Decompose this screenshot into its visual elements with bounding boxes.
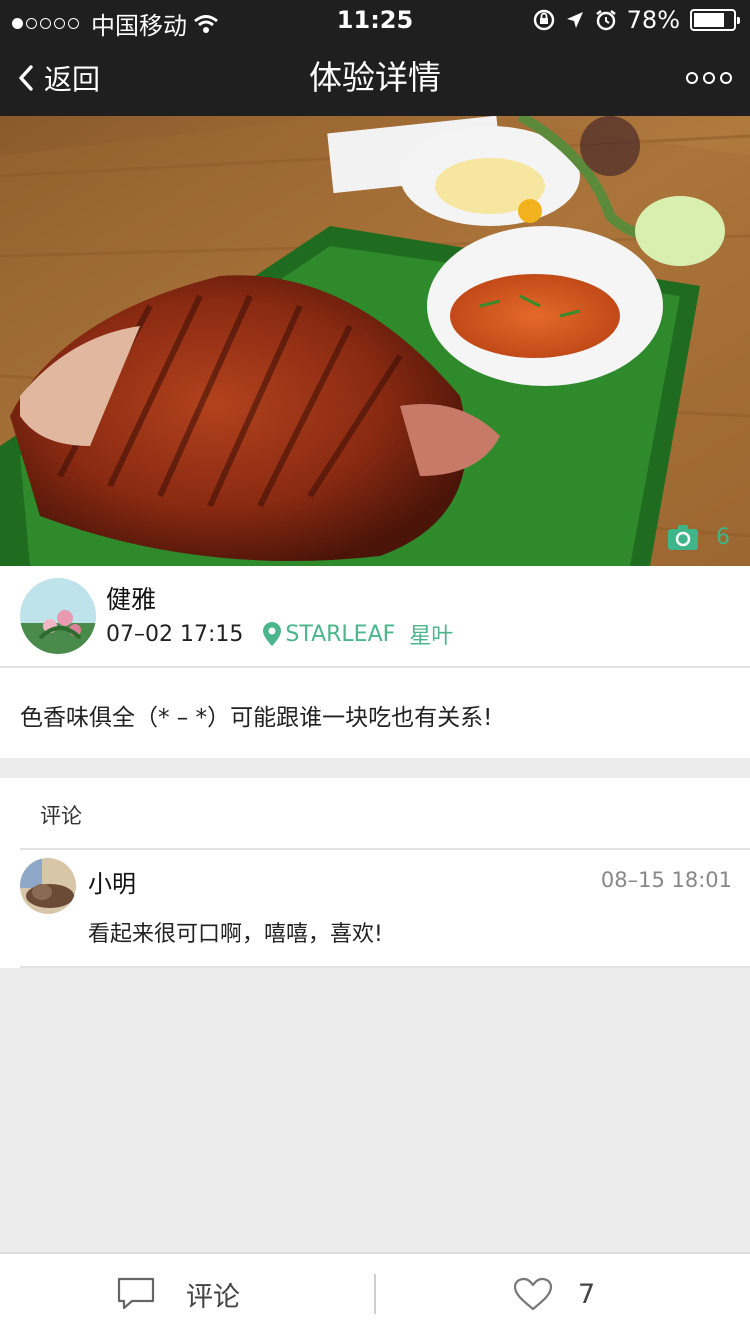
location-name-en: STARLEAF: [285, 621, 396, 647]
divider: [374, 1274, 376, 1314]
like-button[interactable]: 7: [512, 1254, 595, 1334]
location-name-zh[interactable]: 星叶: [409, 618, 453, 650]
author-avatar[interactable]: [20, 578, 96, 654]
nav-bar: 返回 体验详情: [0, 40, 750, 116]
commenter-avatar[interactable]: [20, 858, 76, 914]
location-arrow-icon: [566, 12, 583, 28]
more-options-icon[interactable]: [686, 40, 732, 116]
post-text: 色香味俱全（* – *）可能跟谁一块吃也有关系!: [20, 705, 493, 731]
location-pin-icon: [263, 622, 282, 646]
status-right: 78%: [533, 6, 740, 34]
rotation-lock-icon: [533, 9, 554, 31]
alarm-icon: [595, 10, 616, 31]
post-datetime: 07–02 17:15: [106, 621, 244, 647]
commenter-name: 小明: [88, 870, 136, 898]
author-name: 健雅: [106, 585, 157, 614]
comments-heading: 评论: [40, 804, 82, 828]
photo-count-value: 6: [716, 524, 730, 550]
status-bar: 中国移动 11:25 78%: [0, 0, 750, 40]
comment-button[interactable]: 评论: [116, 1254, 240, 1334]
comment-text: 看起来很可口啊，嘻嘻，喜欢!: [88, 922, 383, 947]
heart-icon: [513, 1277, 553, 1311]
comment-bubble-icon: [117, 1277, 155, 1310]
battery-icon: [690, 9, 740, 31]
like-count: 7: [578, 1278, 596, 1310]
battery-percent: 78%: [626, 6, 680, 34]
photo-count[interactable]: 6: [668, 524, 730, 550]
camera-icon: [668, 525, 698, 550]
comments-section: 评论 小明 08–15 18:01 看起来很可口啊，嘻嘻，喜欢!: [0, 778, 750, 968]
post-content: 色香味俱全（* – *）可能跟谁一块吃也有关系!: [0, 668, 750, 758]
divider: [20, 848, 750, 850]
page-title: 体验详情: [309, 58, 441, 97]
bottom-action-bar: 评论 7: [0, 1252, 750, 1334]
location-link[interactable]: STARLEAF: [263, 622, 395, 647]
author-row: 健雅 07–02 17:15 STARLEAF 星叶: [0, 566, 750, 668]
comment-button-label: 评论: [186, 1281, 240, 1313]
hero-photo[interactable]: 6: [0, 116, 750, 566]
battery-fill: [694, 13, 724, 27]
comment-time: 08–15 18:01: [600, 868, 732, 892]
avatar-image: [20, 858, 76, 914]
divider: [20, 966, 750, 968]
author-meta: 07–02 17:15 STARLEAF 星叶: [106, 618, 453, 650]
avatar-image: [20, 578, 96, 654]
food-photo-image: [0, 116, 750, 566]
